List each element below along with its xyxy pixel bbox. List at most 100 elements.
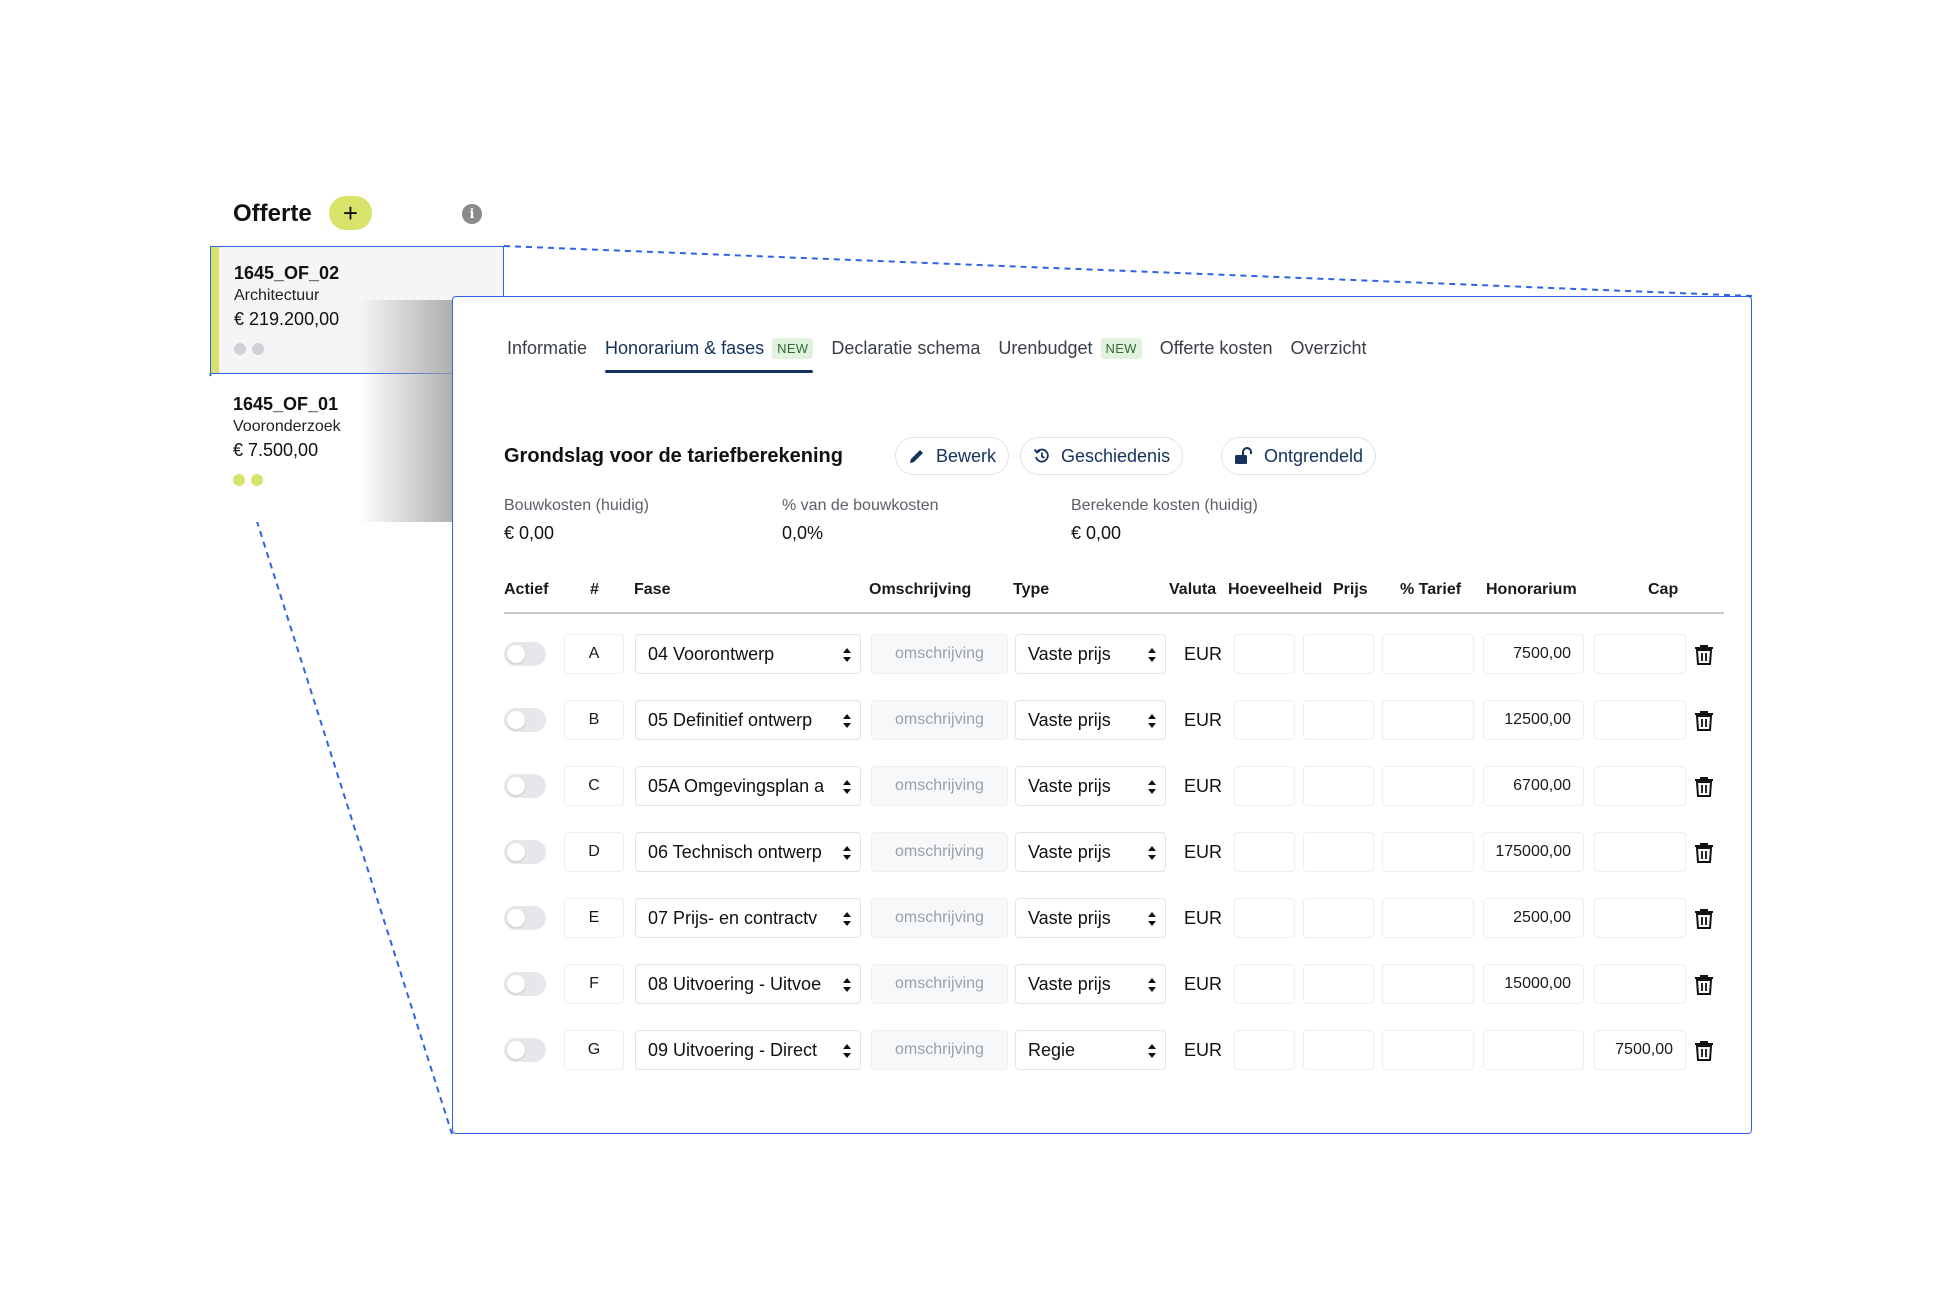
description-input[interactable]: omschrijving — [871, 832, 1008, 872]
rate-input[interactable] — [1382, 964, 1474, 1004]
type-select[interactable]: Vaste prijs — [1015, 898, 1166, 938]
cap-input[interactable] — [1594, 634, 1686, 674]
type-select[interactable]: Vaste prijs — [1015, 700, 1166, 740]
info-icon[interactable]: i — [462, 204, 482, 224]
tab-label: Offerte kosten — [1159, 337, 1273, 358]
unlocked-button[interactable]: Ontgrendeld — [1221, 437, 1377, 475]
rate-input[interactable] — [1382, 700, 1474, 740]
phase-id-cell: C — [564, 766, 624, 806]
trash-icon[interactable] — [1694, 709, 1714, 731]
cap-input[interactable]: 7500,00 — [1594, 1030, 1686, 1070]
trash-icon[interactable] — [1694, 1039, 1714, 1061]
phase-select[interactable]: 04 Voorontwerp — [635, 634, 861, 674]
tab-informatie[interactable]: Informatie — [507, 333, 587, 363]
unlocked-button-label: Ontgrendeld — [1264, 445, 1364, 466]
type-select[interactable]: Vaste prijs — [1015, 832, 1166, 872]
rate-input[interactable] — [1382, 898, 1474, 938]
tab-offerte-kosten[interactable]: Offerte kosten — [1160, 333, 1273, 363]
phase-select[interactable]: 07 Prijs- en contractv — [635, 898, 861, 938]
phase-id-cell: A — [564, 634, 624, 674]
offer-code: 1645_OF_02 — [234, 263, 340, 283]
tab-honorarium-fases[interactable]: Honorarium & fases NEW — [605, 333, 814, 373]
price-input[interactable] — [1303, 964, 1374, 1004]
fee-input[interactable]: 12500,00 — [1483, 700, 1584, 740]
active-toggle[interactable] — [504, 906, 546, 930]
active-toggle[interactable] — [504, 840, 546, 864]
description-input[interactable]: omschrijving — [871, 1030, 1008, 1070]
description-input[interactable]: omschrijving — [871, 634, 1008, 674]
fee-input[interactable] — [1483, 1030, 1584, 1070]
fee-input[interactable]: 15000,00 — [1483, 964, 1584, 1004]
type-select[interactable]: Vaste prijs — [1015, 964, 1166, 1004]
quantity-input[interactable] — [1234, 964, 1295, 1004]
price-input[interactable] — [1303, 1030, 1374, 1070]
edit-button[interactable]: Bewerk — [895, 437, 1010, 475]
rate-input[interactable] — [1382, 1030, 1474, 1070]
select-arrows-icon — [1148, 846, 1156, 860]
phase-select[interactable]: 06 Technisch ontwerp — [635, 832, 861, 872]
history-button[interactable]: Geschiedenis — [1020, 437, 1184, 475]
select-arrows-icon — [1148, 1044, 1156, 1058]
cap-input[interactable] — [1594, 898, 1686, 938]
column-header-cap: Cap — [1648, 581, 1679, 598]
type-select[interactable]: Vaste prijs — [1015, 634, 1166, 674]
currency-label: EUR — [1184, 973, 1223, 994]
price-input[interactable] — [1303, 700, 1374, 740]
phase-select[interactable]: 09 Uitvoering - Direct — [635, 1030, 861, 1070]
active-toggle[interactable] — [504, 642, 546, 666]
quantity-input[interactable] — [1234, 832, 1295, 872]
phase-id-cell: B — [564, 700, 624, 740]
active-toggle[interactable] — [504, 708, 546, 732]
active-toggle[interactable] — [504, 774, 546, 798]
trash-icon[interactable] — [1694, 907, 1714, 929]
section-title: Grondslag voor de tariefberekening — [504, 445, 843, 467]
fee-input[interactable]: 2500,00 — [1483, 898, 1584, 938]
price-input[interactable] — [1303, 634, 1374, 674]
cap-input[interactable] — [1594, 766, 1686, 806]
rate-input[interactable] — [1382, 766, 1474, 806]
active-toggle[interactable] — [504, 1038, 546, 1062]
cap-input[interactable] — [1594, 964, 1686, 1004]
phase-select[interactable]: 05A Omgevingsplan a — [635, 766, 861, 806]
select-arrows-icon — [843, 912, 851, 926]
quantity-input[interactable] — [1234, 898, 1295, 938]
fee-input[interactable]: 7500,00 — [1483, 634, 1584, 674]
quantity-input[interactable] — [1234, 700, 1295, 740]
stat-label-percentage: % van de bouwkosten — [782, 497, 939, 514]
active-toggle[interactable] — [504, 972, 546, 996]
rate-input[interactable] — [1382, 634, 1474, 674]
trash-icon[interactable] — [1694, 973, 1714, 995]
tab-urenbudget[interactable]: Urenbudget NEW — [998, 333, 1142, 363]
phase-select[interactable]: 08 Uitvoering - Uitvoe — [635, 964, 861, 1004]
description-input[interactable]: omschrijving — [871, 700, 1008, 740]
price-input[interactable] — [1303, 766, 1374, 806]
offer-code: 1645_OF_01 — [233, 394, 339, 414]
quantity-input[interactable] — [1234, 634, 1295, 674]
type-select[interactable]: Regie — [1015, 1030, 1166, 1070]
description-input[interactable]: omschrijving — [871, 964, 1008, 1004]
stat-value-bouwkosten: € 0,00 — [504, 523, 555, 543]
tab-declaratie-schema[interactable]: Declaratie schema — [831, 333, 980, 363]
price-input[interactable] — [1303, 832, 1374, 872]
add-offer-button[interactable]: + — [329, 196, 372, 230]
quantity-input[interactable] — [1234, 1030, 1295, 1070]
tab-label: Declaratie schema — [831, 337, 981, 358]
description-input[interactable]: omschrijving — [871, 766, 1008, 806]
trash-icon[interactable] — [1694, 775, 1714, 797]
phase-select[interactable]: 05 Definitief ontwerp — [635, 700, 861, 740]
price-input[interactable] — [1303, 898, 1374, 938]
fee-input[interactable]: 6700,00 — [1483, 766, 1584, 806]
rate-input[interactable] — [1382, 832, 1474, 872]
trash-icon[interactable] — [1694, 643, 1714, 665]
cap-input[interactable] — [1594, 700, 1686, 740]
description-input[interactable]: omschrijving — [871, 898, 1008, 938]
quantity-input[interactable] — [1234, 766, 1295, 806]
currency-label: EUR — [1184, 1039, 1223, 1060]
cap-input[interactable] — [1594, 832, 1686, 872]
tab-overzicht[interactable]: Overzicht — [1290, 333, 1366, 363]
unlock-icon — [1235, 447, 1252, 464]
fee-input[interactable]: 175000,00 — [1483, 832, 1584, 872]
trash-icon[interactable] — [1694, 841, 1714, 863]
stat-label-berekende-kosten: Berekende kosten (huidig) — [1071, 497, 1258, 514]
type-select[interactable]: Vaste prijs — [1015, 766, 1166, 806]
